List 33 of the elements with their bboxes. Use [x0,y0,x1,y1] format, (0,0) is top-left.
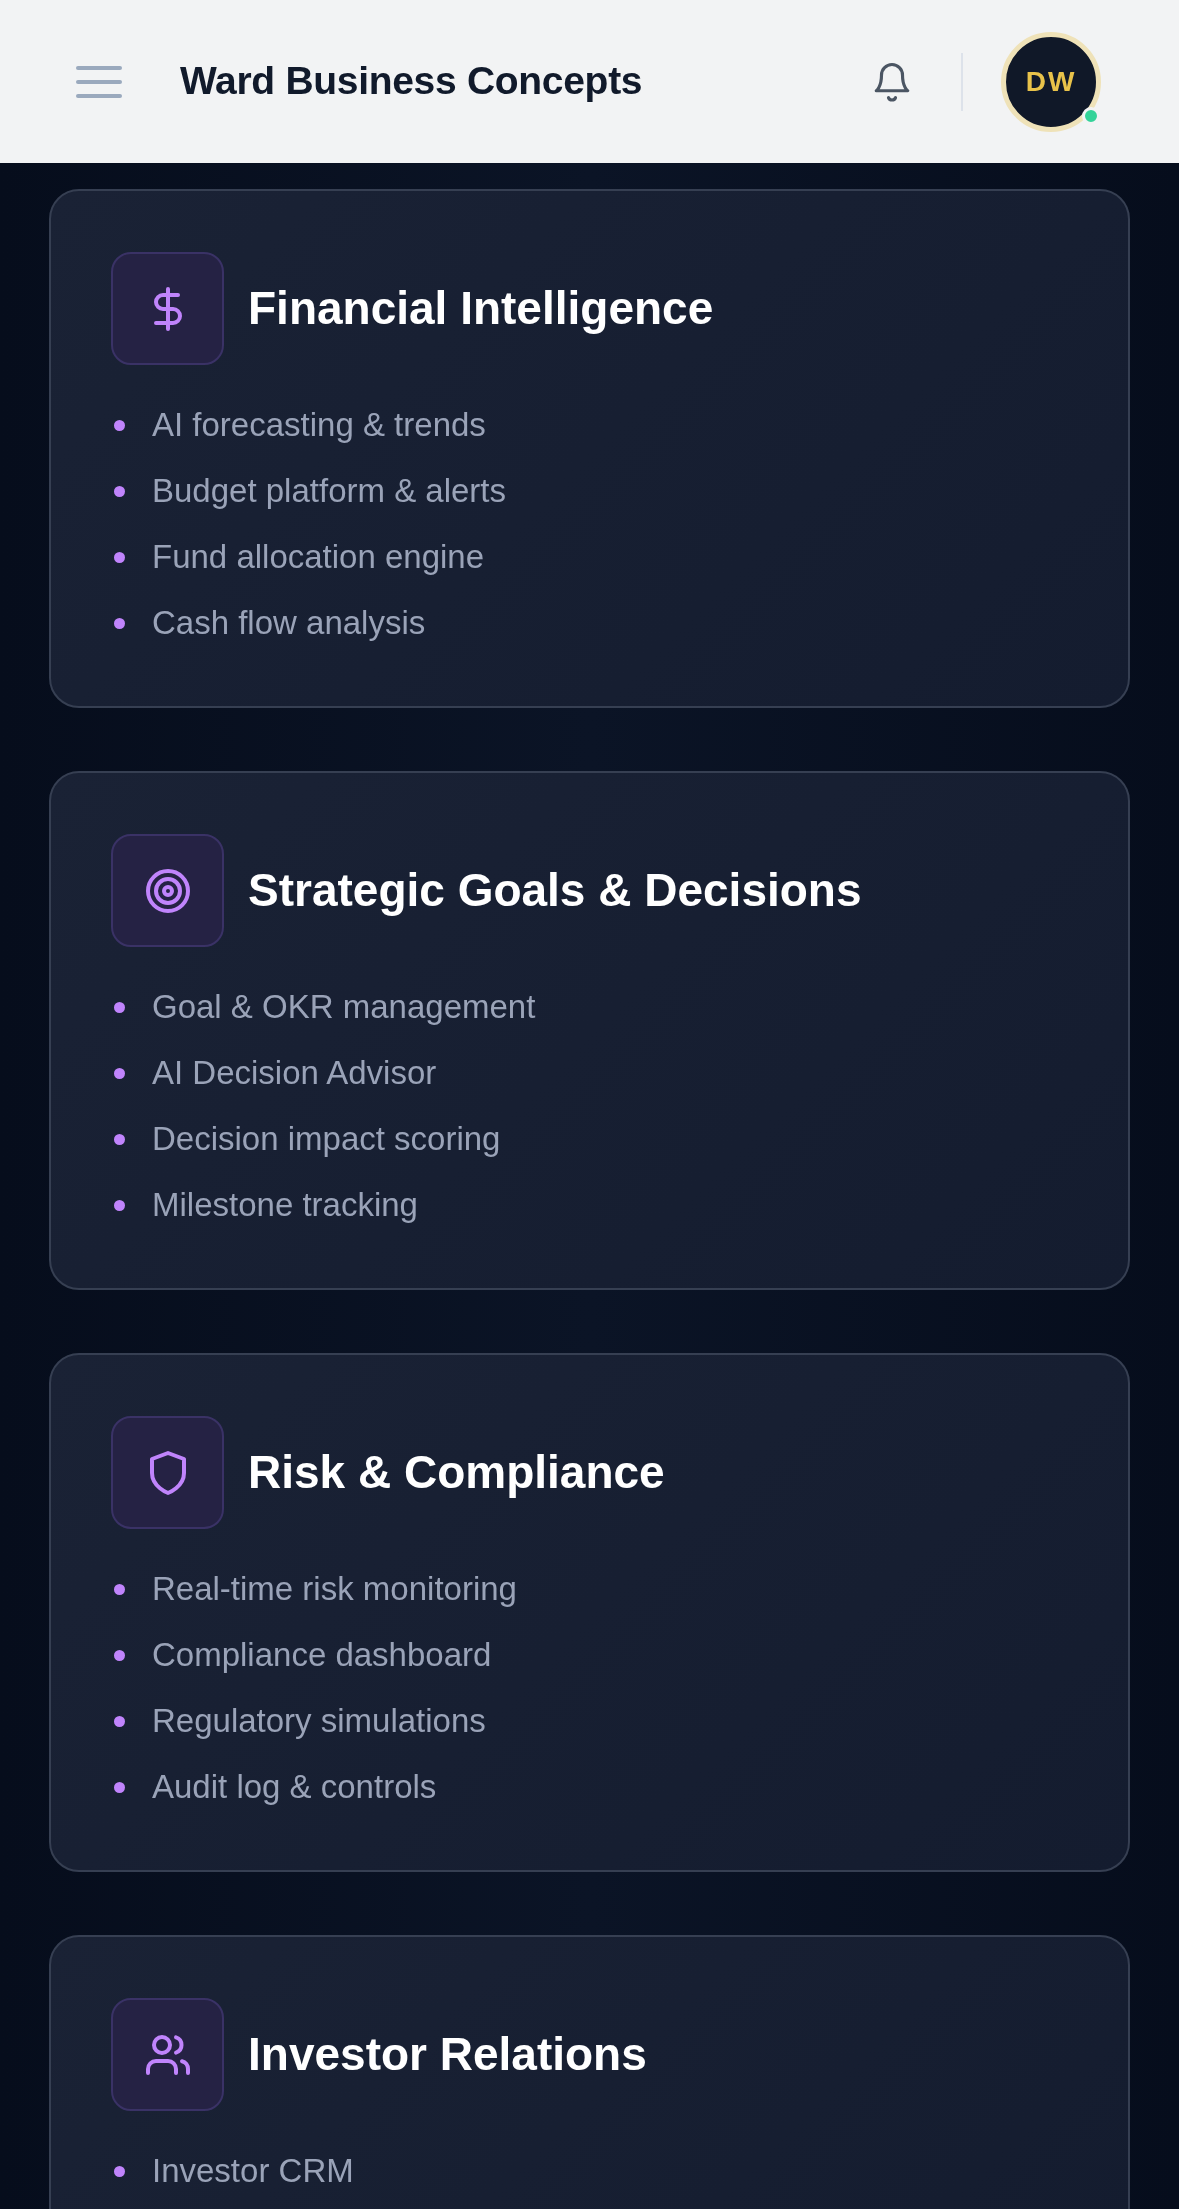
feature-item: Goal & OKR management [152,987,536,1028]
feature-item: Real-time risk monitoring [152,1569,517,1610]
card-title: Strategic Goals & Decisions [248,862,862,918]
card-title: Financial Intelligence [248,280,714,336]
bullet-dot [114,1199,125,1211]
feature-item: Fund allocation engine [152,537,485,578]
feature-item: Regulatory simulations [152,1701,486,1742]
bullet-dot [114,551,125,563]
feature-item: Milestone tracking [152,1185,418,1226]
bullet-dot [114,1001,125,1013]
feature-item: Compliance dashboard [152,1635,492,1676]
bullet-dot [114,485,125,497]
card-title: Investor Relations [248,2026,647,2082]
user-avatar[interactable]: DW [1001,31,1101,132]
bullet-dot [114,617,125,629]
feature-item: AI forecasting & trends [152,405,486,446]
bullet-dot [114,2165,125,2177]
feature-item: Cash flow analysis [152,603,426,644]
feature-item: Investor CRM [152,2151,354,2192]
feature-item: Audit log & controls [152,1767,437,1808]
target-icon [143,866,192,915]
bullet-dot [114,419,125,431]
bullet-dot [114,1649,125,1661]
bullet-dot [114,1583,125,1595]
feature-item: Decision impact scoring [152,1119,501,1160]
card-title: Risk & Compliance [248,1444,665,1500]
bullet-dot [114,1067,125,1079]
feature-item: Budget platform & alerts [152,471,506,512]
bullet-dot [114,1133,125,1145]
app-title: Ward Business Concepts [180,58,643,105]
bullet-dot [114,1781,125,1793]
bullet-dot [114,1715,125,1727]
feature-item: AI Decision Advisor [152,1053,437,1094]
